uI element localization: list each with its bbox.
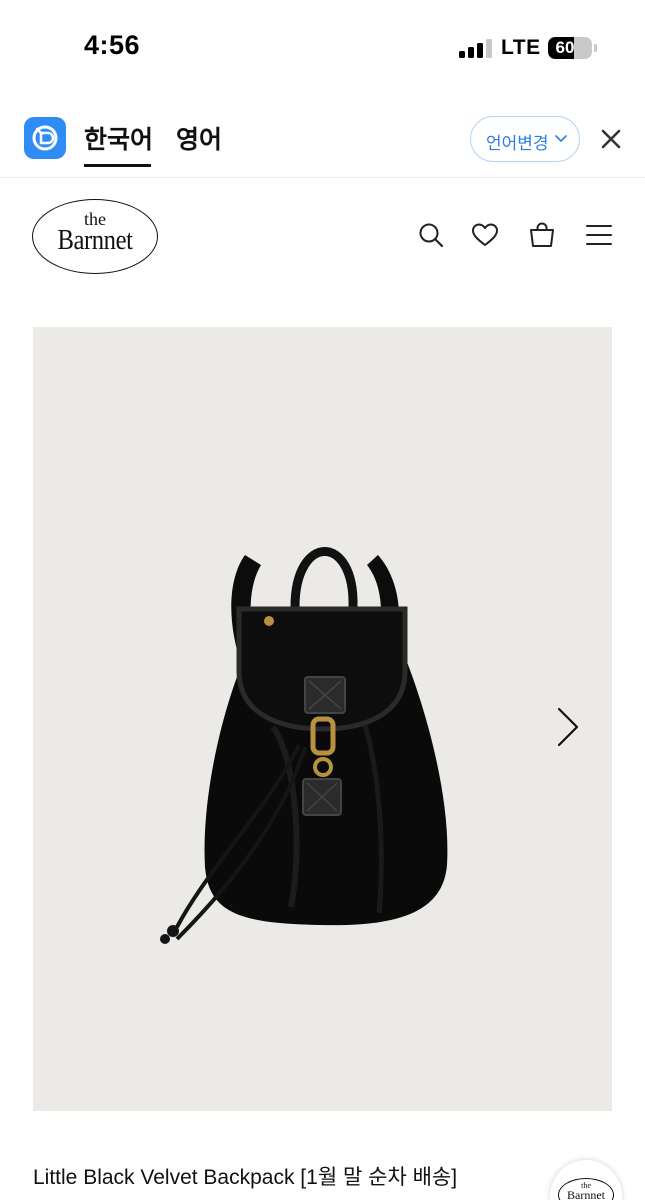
language-bar: 한국어 영어 언어변경	[0, 100, 645, 178]
tab-korean[interactable]: 한국어	[84, 120, 153, 156]
network-type: LTE	[501, 36, 541, 59]
battery-cap	[594, 44, 597, 52]
status-time: 4:56	[84, 30, 141, 60]
menu-icon[interactable]	[585, 221, 613, 249]
brand-logo[interactable]: the Barnnet	[32, 199, 158, 274]
change-language-button[interactable]: 언어변경	[470, 116, 580, 162]
black-velvet-backpack-image	[160, 547, 448, 944]
search-icon[interactable]	[417, 221, 445, 249]
change-language-label: 언어변경	[486, 134, 549, 153]
chevron-right-icon[interactable]	[553, 705, 583, 749]
shopping-bag-icon[interactable]	[528, 221, 556, 249]
battery-icon: 60	[548, 37, 592, 59]
close-icon[interactable]	[598, 126, 624, 152]
tab-english[interactable]: 영어	[176, 120, 222, 156]
product-image[interactable]	[33, 327, 612, 1111]
site-header: the Barnnet	[0, 180, 645, 290]
cellular-signal-icon	[459, 38, 493, 58]
product-title: Little Black Velvet Backpack [1월 말 순차 배송…	[33, 1166, 458, 1189]
battery-level: 60	[555, 38, 575, 57]
floating-badge-name: Barnnet	[567, 1188, 605, 1200]
status-bar: 4:56 LTE 60	[0, 0, 645, 96]
chevron-down-icon	[555, 135, 567, 142]
active-tab-indicator	[84, 164, 151, 167]
translate-app-icon	[24, 117, 66, 159]
floating-brand-badge[interactable]: the Barnnet	[550, 1160, 622, 1200]
floating-badge-logo: the Barnnet	[558, 1178, 614, 1200]
heart-icon[interactable]	[471, 221, 499, 249]
brand-logo-name: Barnnet	[57, 224, 133, 256]
